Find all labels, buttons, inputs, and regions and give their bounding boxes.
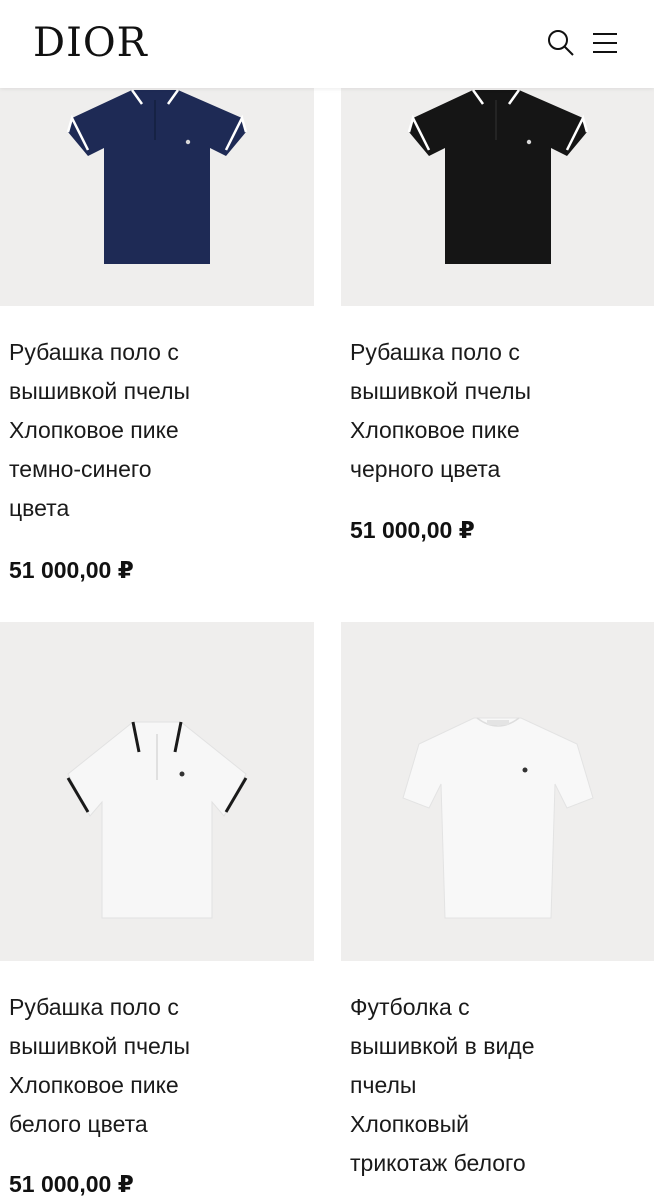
product-listing-page: Рубашка поло с вышивкой пчелы Хлопковое …: [0, 0, 654, 1200]
product-name[interactable]: Футболка с вышивкой в виде пчелы Хлопков…: [350, 988, 640, 1183]
product-price: 51 000,00 ₽: [9, 1171, 134, 1197]
site-header: DIOR: [0, 0, 654, 88]
product-price: 51 000,00 ₽: [9, 557, 134, 583]
hamburger-menu-icon[interactable]: [590, 28, 620, 58]
product-image-white-t-shirt[interactable]: [341, 622, 654, 961]
product-card[interactable]: Футболка с вышивкой в виде пчелы Хлопков…: [341, 622, 654, 1176]
product-name[interactable]: Рубашка поло с вышивкой пчелы Хлопковое …: [9, 333, 299, 528]
product-name[interactable]: Рубашка поло с вышивкой пчелы Хлопковое …: [350, 333, 640, 489]
product-name[interactable]: Рубашка поло с вышивкой пчелы Хлопковое …: [9, 988, 299, 1144]
search-icon[interactable]: [546, 28, 576, 58]
dior-logo[interactable]: DIOR: [33, 20, 148, 66]
product-image-white-polo[interactable]: [0, 622, 314, 961]
product-price: 51 000,00 ₽: [350, 517, 475, 543]
product-card[interactable]: Рубашка поло с вышивкой пчелы Хлопковое …: [0, 622, 314, 1197]
